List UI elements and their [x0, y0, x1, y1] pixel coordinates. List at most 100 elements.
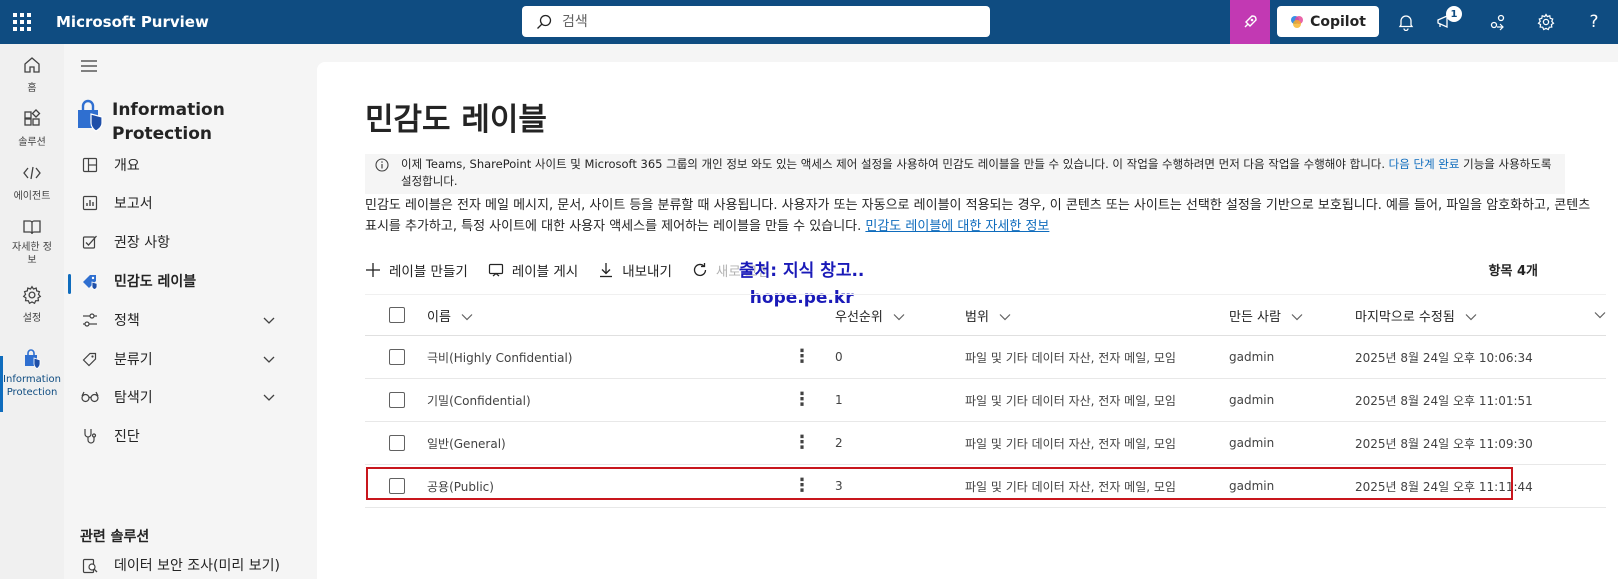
rocket-icon	[1244, 15, 1257, 28]
community-button[interactable]	[1478, 0, 1518, 44]
item-count: 항목 4개	[1488, 264, 1538, 279]
info-banner: 이제 Teams, SharePoint 사이트 및 Microsoft 365…	[365, 154, 1565, 194]
export-button[interactable]: 내보내기	[598, 260, 672, 280]
notification-badge: 1	[1446, 6, 1462, 22]
publish-icon	[488, 263, 503, 277]
search-input[interactable]	[562, 13, 942, 30]
nav-app-header: Information Protection	[76, 98, 232, 146]
row-checkbox[interactable]	[389, 392, 405, 408]
table-row[interactable]: 기밀(Confidential) ⋮ 1 파일 및 기타 데이터 자산, 전자 …	[365, 379, 1606, 422]
table-row[interactable]: 일반(General) ⋮ 2 파일 및 기타 데이터 자산, 전자 메일, 모…	[365, 422, 1606, 465]
policy-icon	[83, 313, 97, 327]
top-bar: Microsoft Purview Copilot 1 ?	[0, 0, 1618, 44]
publish-label-button[interactable]: 레이블 게시	[488, 260, 578, 280]
create-label-button[interactable]: 레이블 만들기	[365, 260, 468, 280]
label-name[interactable]: 일반(General)	[427, 435, 506, 452]
column-header-name[interactable]: 이름	[427, 306, 473, 325]
learn-more-link[interactable]: 민감도 레이블에 대한 자세한 정보	[865, 219, 1049, 234]
more-options-icon[interactable]: ⋮	[793, 391, 811, 409]
more-options-icon[interactable]: ⋮	[793, 434, 811, 452]
row-checkbox[interactable]	[389, 349, 405, 365]
notifications-button[interactable]	[1386, 0, 1426, 44]
column-header-created-by[interactable]: 만든 사람	[1229, 306, 1303, 325]
label-created-by: gadmin	[1229, 350, 1275, 364]
label-scope: 파일 및 기타 데이터 자산, 전자 메일, 모임	[965, 436, 1176, 451]
nav-item-policies[interactable]: 정책	[64, 301, 292, 339]
rail-item-home[interactable]: 홈	[0, 54, 64, 94]
download-icon	[600, 263, 613, 278]
nav-item-classifiers[interactable]: 분류기	[64, 340, 292, 378]
nav-item-reports[interactable]: 보고서	[64, 184, 292, 222]
search-box[interactable]	[522, 6, 990, 37]
column-header-priority[interactable]: 우선순위	[835, 306, 905, 325]
investigation-icon	[82, 558, 98, 574]
column-options-button[interactable]	[1594, 308, 1606, 323]
copilot-button[interactable]: Copilot	[1277, 6, 1379, 37]
nav-item-data-security-investigations[interactable]: 데이터 보안 조사(미리 보기)	[64, 556, 292, 576]
information-protection-icon	[25, 349, 41, 369]
rail-item-settings[interactable]: 설정	[0, 284, 64, 324]
rail-item-information-protection[interactable]: Information Protection	[0, 348, 64, 399]
label-priority: 2	[835, 436, 843, 450]
hamburger-icon	[81, 60, 97, 72]
collapse-nav-button[interactable]	[80, 58, 98, 77]
gear-icon	[22, 285, 42, 305]
nav-selected-indicator	[68, 274, 71, 294]
recommendations-icon	[82, 235, 97, 249]
chevron-down-icon	[893, 314, 905, 321]
app-launcher-button[interactable]	[2, 0, 42, 44]
code-icon	[23, 166, 41, 180]
left-rail: 홈 솔루션 에이전트 자세한 정보 설정 Information Protect…	[0, 44, 64, 579]
chevron-down-icon	[999, 314, 1011, 321]
chevron-down-icon	[461, 314, 473, 321]
label-created-by: gadmin	[1229, 393, 1275, 407]
rail-label-learn: 자세한 정보	[12, 242, 52, 266]
rail-item-learn[interactable]: 자세한 정보	[0, 216, 64, 267]
chevron-down-icon[interactable]	[262, 390, 276, 404]
chevron-down-icon	[1465, 314, 1477, 321]
select-all-checkbox[interactable]	[389, 307, 405, 323]
information-protection-logo	[78, 99, 103, 132]
nav-item-sensitivity-labels[interactable]: 민감도 레이블	[64, 262, 292, 300]
create-label-text: 레이블 만들기	[389, 264, 468, 280]
rail-item-solutions[interactable]: 솔루션	[0, 108, 64, 148]
gear-icon	[1537, 13, 1555, 31]
rail-item-agents[interactable]: 에이전트	[0, 162, 64, 202]
column-header-scope[interactable]: 범위	[965, 306, 1011, 325]
nav-item-diagnostics[interactable]: 진단	[64, 417, 292, 455]
label-name[interactable]: 기밀(Confidential)	[427, 392, 531, 409]
nav-label-explorers: 탐색기	[114, 390, 153, 406]
label-modified: 2025년 8월 24일 오후 10:06:34	[1355, 350, 1533, 365]
label-modified: 2025년 8월 24일 오후 11:09:30	[1355, 436, 1533, 451]
label-priority: 1	[835, 393, 843, 407]
copilot-icon	[1291, 15, 1304, 28]
app-title[interactable]: Microsoft Purview	[56, 13, 209, 31]
question-icon: ?	[1589, 12, 1599, 32]
table-row[interactable]: 극비(Highly Confidential) ⋮ 0 파일 및 기타 데이터 …	[365, 336, 1606, 379]
row-checkbox[interactable]	[389, 435, 405, 451]
nav-section-related-solutions: 관련 솔루션	[80, 529, 150, 545]
column-header-last-modified[interactable]: 마지막으로 수정됨	[1355, 306, 1477, 325]
copilot-rocket-button[interactable]	[1230, 0, 1270, 44]
copilot-label: Copilot	[1310, 13, 1366, 30]
nav-panel: Information Protection 개요 보고서 권장 사항 민감도 …	[64, 44, 292, 579]
nav-label-reports: 보고서	[114, 196, 153, 212]
chevron-down-icon[interactable]	[262, 352, 276, 366]
more-options-icon[interactable]: ⋮	[793, 348, 811, 366]
solutions-icon	[24, 109, 41, 126]
rail-label-home: 홈	[27, 83, 37, 94]
help-button[interactable]: ?	[1574, 0, 1614, 44]
rail-label-settings: 설정	[22, 313, 42, 324]
label-name[interactable]: 극비(Highly Confidential)	[427, 349, 573, 366]
chevron-down-icon[interactable]	[262, 313, 276, 327]
nav-item-overview[interactable]: 개요	[64, 146, 292, 184]
whats-new-button[interactable]: 1	[1424, 0, 1464, 44]
page-title: 민감도 레이블	[365, 102, 547, 138]
sensitivity-label-icon	[83, 275, 98, 290]
nav-item-recommendations[interactable]: 권장 사항	[64, 223, 292, 261]
report-icon	[82, 195, 98, 211]
nav-item-explorers[interactable]: 탐색기	[64, 378, 292, 416]
nav-label-classifiers: 분류기	[114, 352, 153, 368]
settings-button[interactable]	[1526, 0, 1566, 44]
complete-next-steps-link[interactable]: 다음 단계 완료	[1389, 157, 1460, 171]
